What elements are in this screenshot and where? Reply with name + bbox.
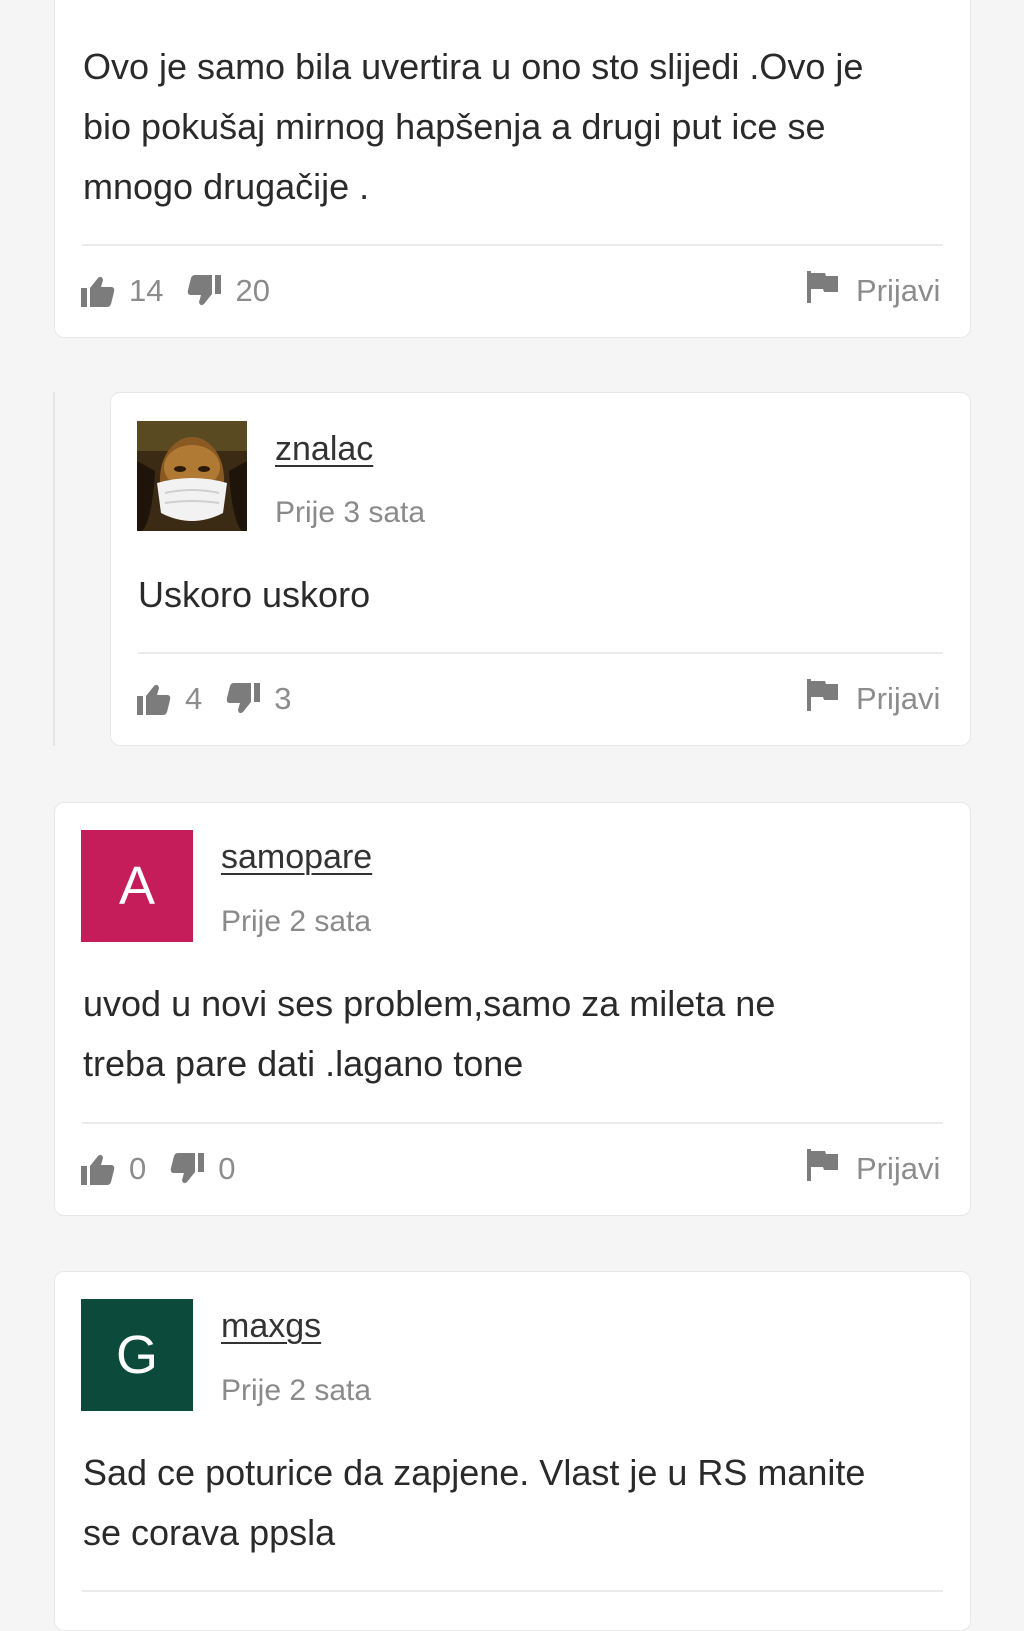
thumbs-up-icon[interactable]	[137, 683, 171, 715]
letter-avatar[interactable]: G	[81, 1299, 193, 1411]
like-count: 0	[129, 1151, 147, 1186]
report-label: Prijavi	[856, 681, 941, 716]
thumbs-up-icon[interactable]	[81, 1153, 115, 1185]
comment-username[interactable]: maxgs	[221, 1307, 321, 1346]
avatar-letter: A	[118, 856, 156, 916]
comment-actions: 0 0	[81, 1149, 236, 1189]
flag-icon	[807, 271, 839, 311]
comment-divider	[82, 244, 943, 246]
like-count: 14	[129, 273, 164, 308]
comment-text-line: uvod u novi ses problem,samo za mileta n…	[83, 983, 776, 1024]
dislike-count: 20	[235, 273, 270, 308]
thumbs-down-icon[interactable]	[187, 275, 222, 307]
comment-text-line: se corava ppsla	[83, 1512, 336, 1553]
comment-actions: 14 20	[81, 271, 270, 311]
comment-divider	[138, 652, 943, 654]
comment-text-line: treba pare dati .lagano tone	[83, 1043, 524, 1084]
letter-avatar[interactable]: A	[81, 830, 193, 942]
dislike-count: 3	[274, 681, 292, 716]
flag-icon	[807, 679, 839, 719]
comment-username[interactable]: znalac	[275, 430, 373, 469]
comment-divider	[82, 1590, 943, 1592]
report-button[interactable]: Prijavi	[807, 271, 940, 311]
report-button[interactable]: Prijavi	[807, 679, 940, 719]
comment-text-line: Uskoro uskoro	[138, 574, 371, 615]
comment-text-line: Sad ce poturice da zapjene. Vlast je u R…	[83, 1452, 866, 1493]
comment-text-line: mnogo drugačije .	[83, 166, 370, 207]
comment-text-line: Ovo je samo bila uvertira u ono sto slij…	[83, 46, 864, 87]
thumbs-up-icon[interactable]	[81, 275, 115, 307]
dislike-count: 0	[218, 1151, 236, 1186]
report-label: Prijavi	[856, 273, 941, 308]
flag-icon	[807, 1149, 839, 1189]
masked-portrait-avatar[interactable]	[137, 421, 247, 531]
comment-divider	[82, 1122, 943, 1124]
comment-actions: 4 3	[137, 679, 292, 719]
comment-timestamp: Prije 3 sata	[275, 496, 426, 529]
report-label: Prijavi	[856, 1151, 941, 1186]
comment-username[interactable]: samopare	[221, 838, 372, 877]
report-button[interactable]: Prijavi	[807, 1149, 940, 1189]
thumbs-down-icon[interactable]	[226, 683, 261, 715]
comment-timestamp: Prije 2 sata	[221, 1374, 372, 1407]
avatar-letter: G	[115, 1325, 158, 1385]
comment-timestamp: Prije 2 sata	[221, 905, 372, 938]
like-count: 4	[185, 681, 203, 716]
reply-thread-line	[53, 392, 55, 746]
comment-text-line: bio pokušaj mirnog hapšenja a drugi put …	[83, 106, 826, 147]
thumbs-down-icon[interactable]	[170, 1153, 205, 1185]
